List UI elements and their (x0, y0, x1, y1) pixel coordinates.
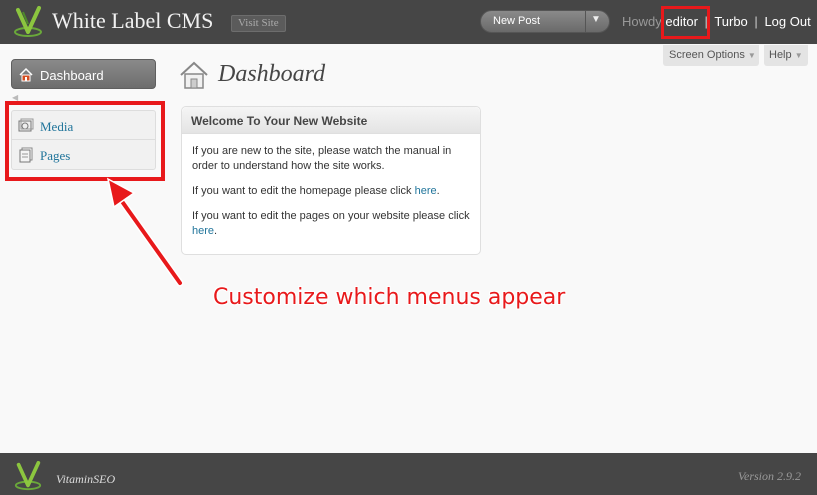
pages-link[interactable]: here (192, 225, 214, 237)
admin-footer: VitaminSEO Version 2.9.2 (0, 453, 817, 495)
sidebar-item-label: Dashboard (40, 68, 104, 83)
paragraph-text: If you want to edit the homepage please … (192, 185, 415, 197)
annotation-text: Customize which menus appear (213, 285, 566, 310)
logo-icon (14, 6, 42, 37)
paragraph-text: If you want to edit the pages on your we… (192, 210, 470, 222)
separator: | (754, 14, 758, 29)
logo-icon (14, 461, 42, 491)
annotation-arrow (106, 177, 184, 287)
menu-highlight-box (5, 101, 165, 181)
help-tab[interactable]: Help ▼ (764, 45, 808, 66)
new-post-dropdown[interactable]: New Post ▼ (480, 10, 610, 33)
paragraph-text: . (214, 225, 218, 237)
welcome-widget: Welcome To Your New Website If you are n… (181, 106, 481, 255)
dropdown-divider (585, 11, 586, 32)
paragraph-text: . (436, 185, 440, 197)
help-label: Help (769, 49, 792, 61)
user-highlight-box (661, 6, 710, 39)
triangle-down-icon: ▼ (747, 51, 756, 60)
version-text: Version 2.9.2 (738, 469, 801, 483)
turbo-link[interactable]: Turbo (714, 14, 747, 29)
howdy-text: Howdy (622, 14, 662, 29)
home-icon (19, 67, 33, 82)
dropdown-arrow-icon[interactable]: ▼ (591, 14, 601, 25)
page-title: Dashboard (218, 61, 326, 87)
widget-title[interactable]: Welcome To Your New Website (182, 107, 480, 134)
screen-options-tab[interactable]: Screen Options ▼ (663, 45, 759, 66)
footer-brand-link[interactable]: VitaminSEO (56, 472, 115, 487)
logout-link[interactable]: Log Out (764, 14, 810, 29)
sidebar-item-dashboard[interactable]: Dashboard (11, 59, 156, 89)
site-title[interactable]: White Label CMS (52, 8, 213, 34)
user-bar: Howdy editor | Turbo | Log Out (622, 14, 811, 29)
home-icon (180, 61, 208, 89)
widget-paragraph: If you want to edit the pages on your we… (192, 209, 470, 239)
triangle-down-icon: ▼ (794, 51, 803, 60)
widget-body: If you are new to the site, please watch… (182, 134, 480, 239)
widget-paragraph: If you are new to the site, please watch… (192, 145, 452, 172)
screen-options-label: Screen Options (669, 49, 745, 61)
homepage-link[interactable]: here (415, 185, 437, 197)
widget-paragraph: If you want to edit the homepage please … (192, 184, 470, 199)
new-post-label: New Post (493, 15, 541, 27)
visit-site-button[interactable]: Visit Site (231, 15, 286, 32)
admin-header: White Label CMS Visit Site New Post ▼ Ho… (0, 0, 817, 44)
